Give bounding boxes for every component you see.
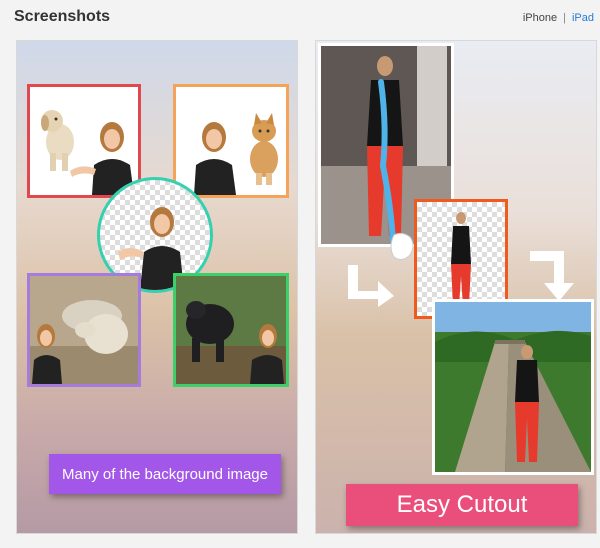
device-switcher: iPhone | iPad <box>523 12 594 24</box>
blackbear-woman-image <box>176 276 286 384</box>
frame-great-wall-photo <box>432 299 594 475</box>
caption-many-backgrounds: Many of the background image <box>49 454 281 494</box>
bear-woman-image <box>30 276 138 384</box>
frame-bear-image <box>27 273 141 387</box>
frame-dog-image <box>27 84 141 198</box>
device-tab-iphone[interactable]: iPhone <box>523 12 557 24</box>
section-title: Screenshots <box>14 8 111 25</box>
arrow-down-right-icon <box>348 265 394 307</box>
frame-cat-image <box>173 84 289 198</box>
cat-woman-image <box>176 87 286 195</box>
great-wall-model-image <box>435 302 591 472</box>
caption-easy-cutout: Easy Cutout <box>346 484 578 526</box>
screenshot-1[interactable]: Many of the background image <box>17 41 297 533</box>
device-tab-ipad[interactable]: iPad <box>572 12 594 24</box>
arrow-right-down-icon <box>530 251 574 301</box>
device-separator: | <box>563 12 566 24</box>
frame-blackbear-image <box>173 273 289 387</box>
dog-woman-image <box>30 87 138 195</box>
screenshot-2[interactable]: Easy Cutout <box>316 41 596 533</box>
screenshots-header: Screenshots iPhone | iPad <box>0 0 600 34</box>
